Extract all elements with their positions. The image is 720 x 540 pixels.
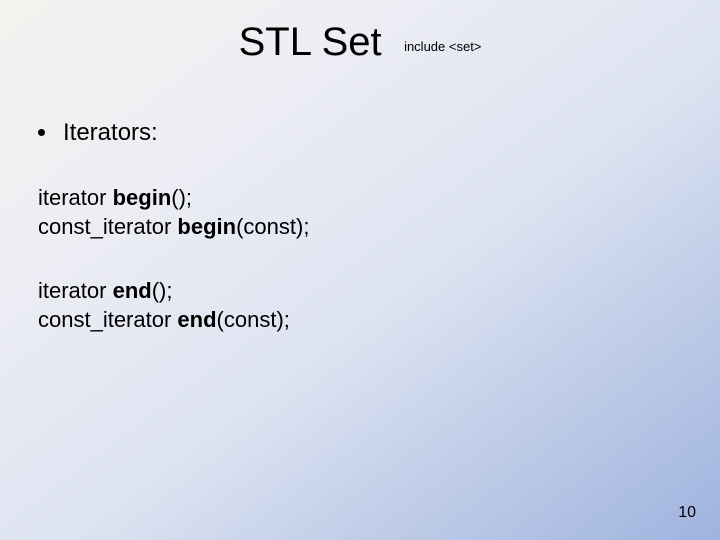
code-text: iterator xyxy=(38,278,113,303)
bullet-text: Iterators: xyxy=(63,118,158,148)
slide-subtitle: include <set> xyxy=(404,39,481,54)
code-keyword: end xyxy=(177,307,216,332)
code-line: const_iterator end(const); xyxy=(38,306,682,335)
slide-body: Iterators: iterator begin(); const_itera… xyxy=(38,118,682,370)
code-line: const_iterator begin(const); xyxy=(38,213,682,242)
code-text: (const); xyxy=(236,214,309,239)
code-keyword: begin xyxy=(113,185,172,210)
code-text: (); xyxy=(152,278,173,303)
code-text: (); xyxy=(171,185,192,210)
slide-title: STL Set xyxy=(239,20,382,65)
code-text: iterator xyxy=(38,185,113,210)
page-number: 10 xyxy=(678,504,696,522)
code-line: iterator end(); xyxy=(38,277,682,306)
code-block-begin: iterator begin(); const_iterator begin(c… xyxy=(38,184,682,241)
code-keyword: begin xyxy=(177,214,236,239)
title-row: STL Set include <set> xyxy=(0,20,720,65)
bullet-item: Iterators: xyxy=(38,118,682,148)
code-line: iterator begin(); xyxy=(38,184,682,213)
code-block-end: iterator end(); const_iterator end(const… xyxy=(38,277,682,334)
code-text: const_iterator xyxy=(38,307,177,332)
code-text: (const); xyxy=(217,307,290,332)
code-text: const_iterator xyxy=(38,214,177,239)
slide: STL Set include <set> Iterators: iterato… xyxy=(0,0,720,540)
bullet-dot-icon xyxy=(38,129,45,136)
code-keyword: end xyxy=(113,278,152,303)
